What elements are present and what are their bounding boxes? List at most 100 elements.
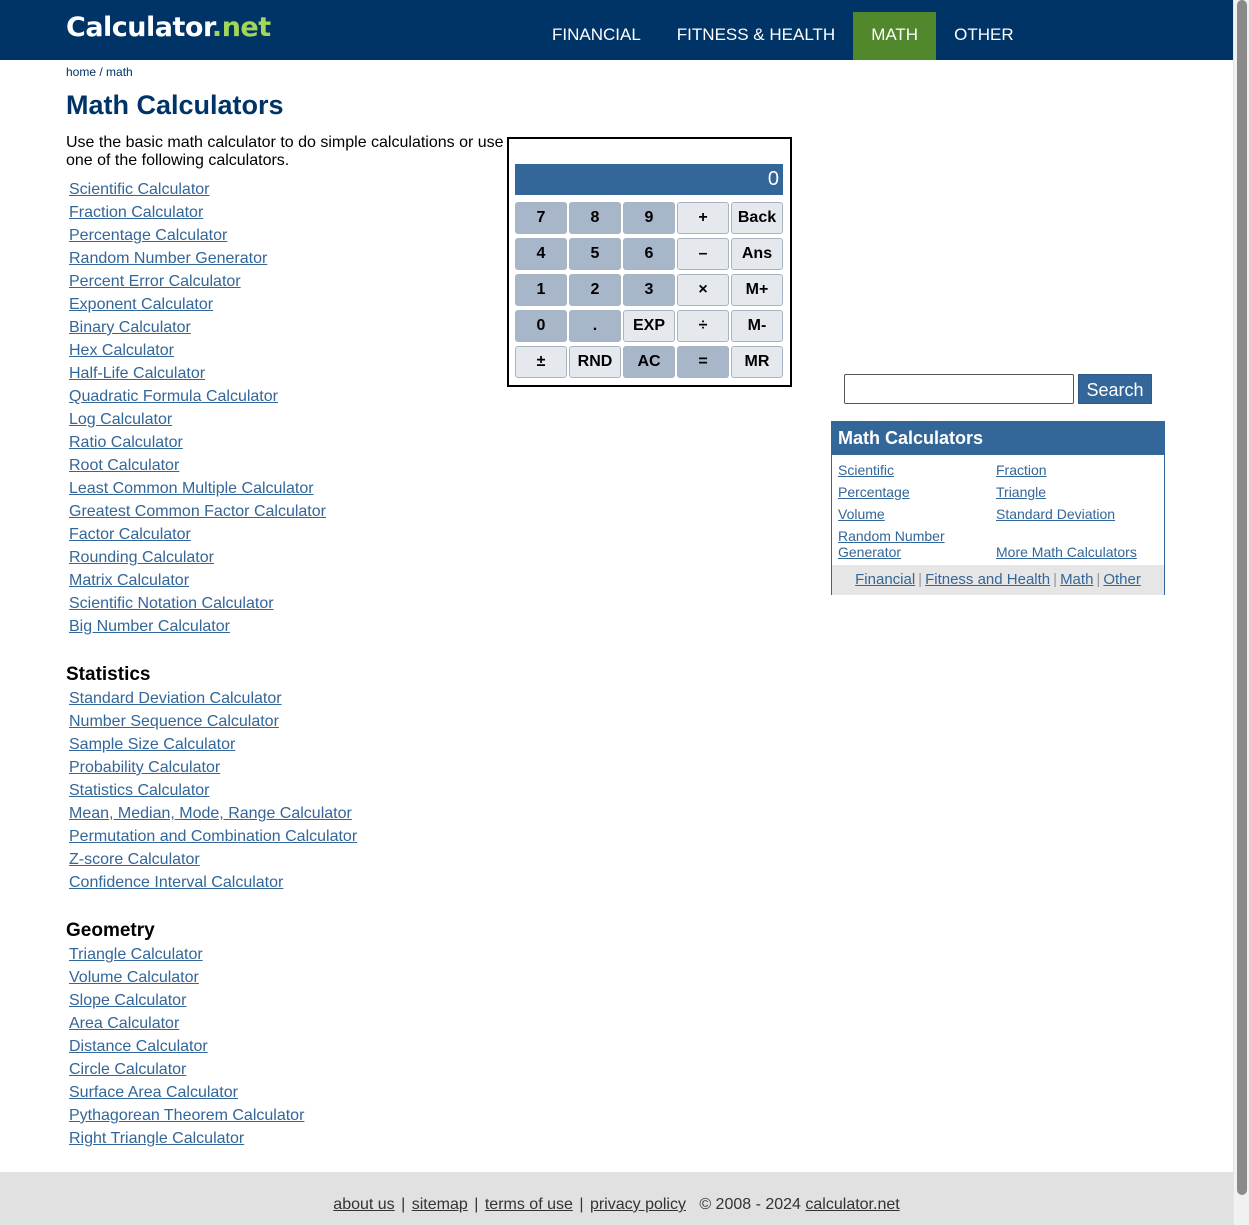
link-ratio-calculator[interactable]: Ratio Calculator	[69, 434, 183, 451]
sidebox-footer-other[interactable]: Other	[1103, 571, 1141, 588]
link-factor-calculator[interactable]: Factor Calculator	[69, 526, 191, 543]
page-scrollbar[interactable]	[1233, 0, 1249, 1225]
nav-math[interactable]: MATH	[853, 12, 937, 60]
list-item: Permutation and Combination Calculator	[69, 825, 357, 848]
list-item: Percentage Calculator	[69, 224, 326, 247]
calc-key-back[interactable]: Back	[731, 202, 783, 234]
sidebox-link-standard-deviation[interactable]: Standard Deviation	[996, 506, 1115, 522]
link-statistics-calculator[interactable]: Statistics Calculator	[69, 782, 210, 799]
site-logo[interactable]: Calculator.net	[66, 12, 271, 43]
sidebox-link-volume[interactable]: Volume	[838, 506, 885, 522]
search-button[interactable]: Search	[1078, 374, 1152, 404]
link-binary-calculator[interactable]: Binary Calculator	[69, 319, 191, 336]
link-percentage-calculator[interactable]: Percentage Calculator	[69, 227, 227, 244]
link-standard-deviation-calculator[interactable]: Standard Deviation Calculator	[69, 690, 282, 707]
link-volume-calculator[interactable]: Volume Calculator	[69, 969, 199, 986]
link-random-number-generator[interactable]: Random Number Generator	[69, 250, 267, 267]
link-probability-calculator[interactable]: Probability Calculator	[69, 759, 220, 776]
link-slope-calculator[interactable]: Slope Calculator	[69, 992, 186, 1009]
sidebox-link-percentage[interactable]: Percentage	[838, 484, 910, 500]
breadcrumb-math[interactable]: math	[106, 65, 133, 79]
link-rounding-calculator[interactable]: Rounding Calculator	[69, 549, 214, 566]
footer-terms-of-use[interactable]: terms of use	[485, 1196, 573, 1213]
list-item: Triangle Calculator	[69, 943, 304, 966]
link-hex-calculator[interactable]: Hex Calculator	[69, 342, 174, 359]
sidebox-footer-math[interactable]: Math	[1060, 571, 1093, 588]
calc-key-0[interactable]: 0	[515, 310, 567, 342]
link-distance-calculator[interactable]: Distance Calculator	[69, 1038, 208, 1055]
calc-key-1[interactable]: 1	[515, 274, 567, 306]
link-root-calculator[interactable]: Root Calculator	[69, 457, 179, 474]
link-log-calculator[interactable]: Log Calculator	[69, 411, 172, 428]
link-percent-error-calculator[interactable]: Percent Error Calculator	[69, 273, 241, 290]
link-z-score-calculator[interactable]: Z-score Calculator	[69, 851, 200, 868]
footer-separator: |	[579, 1196, 584, 1213]
link-scientific-notation-calculator[interactable]: Scientific Notation Calculator	[69, 595, 274, 612]
footer-about-us[interactable]: about us	[333, 1196, 394, 1213]
calc-key-rnd[interactable]: RND	[569, 346, 621, 378]
link-exponent-calculator[interactable]: Exponent Calculator	[69, 296, 213, 313]
footer-privacy-policy[interactable]: privacy policy	[590, 1196, 686, 1213]
link-number-sequence-calculator[interactable]: Number Sequence Calculator	[69, 713, 279, 730]
breadcrumb-home[interactable]: home	[66, 65, 96, 79]
link-quadratic-formula-calculator[interactable]: Quadratic Formula Calculator	[69, 388, 278, 405]
link-greatest-common-factor-calculator[interactable]: Greatest Common Factor Calculator	[69, 503, 326, 520]
link-circle-calculator[interactable]: Circle Calculator	[69, 1061, 186, 1078]
sidebox-link-triangle[interactable]: Triangle	[996, 484, 1046, 500]
calc-key-symbol-18[interactable]: ÷	[677, 310, 729, 342]
calc-key-ans[interactable]: Ans	[731, 238, 783, 270]
sidebox-link-random-number-generator[interactable]: Random Number Generator	[838, 528, 945, 560]
list-item: Percent Error Calculator	[69, 270, 326, 293]
calc-key-6[interactable]: 6	[623, 238, 675, 270]
link-triangle-calculator[interactable]: Triangle Calculator	[69, 946, 203, 963]
calc-key-exp[interactable]: EXP	[623, 310, 675, 342]
footer-sitemap[interactable]: sitemap	[412, 1196, 468, 1213]
list-item: Least Common Multiple Calculator	[69, 477, 326, 500]
calc-key-symbol-8[interactable]: –	[677, 238, 729, 270]
link-surface-area-calculator[interactable]: Surface Area Calculator	[69, 1084, 238, 1101]
link-fraction-calculator[interactable]: Fraction Calculator	[69, 204, 203, 221]
list-item: Confidence Interval Calculator	[69, 871, 357, 894]
link-half-life-calculator[interactable]: Half-Life Calculator	[69, 365, 205, 382]
calc-key-symbol-16[interactable]: .	[569, 310, 621, 342]
calc-key-symbol-20[interactable]: ±	[515, 346, 567, 378]
link-scientific-calculator[interactable]: Scientific Calculator	[69, 181, 210, 198]
sidebox-footer-financial[interactable]: Financial	[855, 571, 915, 588]
calc-key-symbol-3[interactable]: +	[677, 202, 729, 234]
link-confidence-interval-calculator[interactable]: Confidence Interval Calculator	[69, 874, 283, 891]
calc-key-2[interactable]: 2	[569, 274, 621, 306]
link-area-calculator[interactable]: Area Calculator	[69, 1015, 179, 1032]
calc-key-4[interactable]: 4	[515, 238, 567, 270]
sidebox-link-scientific[interactable]: Scientific	[838, 462, 894, 478]
calc-key-8[interactable]: 8	[569, 202, 621, 234]
scrollbar-thumb[interactable]	[1237, 0, 1247, 1195]
calc-key-5[interactable]: 5	[569, 238, 621, 270]
link-big-number-calculator[interactable]: Big Number Calculator	[69, 618, 230, 635]
link-matrix-calculator[interactable]: Matrix Calculator	[69, 572, 189, 589]
calc-key-symbol-13[interactable]: ×	[677, 274, 729, 306]
calc-key-9[interactable]: 9	[623, 202, 675, 234]
link-permutation-and-combination-calculator[interactable]: Permutation and Combination Calculator	[69, 828, 357, 845]
calc-key-m[interactable]: M-	[731, 310, 783, 342]
calc-key-symbol-23[interactable]: =	[677, 346, 729, 378]
nav-financial[interactable]: FINANCIAL	[534, 12, 659, 60]
footer-site-link[interactable]: calculator.net	[805, 1196, 899, 1213]
list-item: Area Calculator	[69, 1012, 304, 1035]
calc-key-3[interactable]: 3	[623, 274, 675, 306]
calc-key-7[interactable]: 7	[515, 202, 567, 234]
nav-fitness-health[interactable]: FITNESS & HEALTH	[659, 12, 853, 60]
calc-key-m[interactable]: M+	[731, 274, 783, 306]
sidebox-link-fraction[interactable]: Fraction	[996, 462, 1047, 478]
calc-key-ac[interactable]: AC	[623, 346, 675, 378]
sidebox-footer-fitness-health[interactable]: Fitness and Health	[925, 571, 1050, 588]
calc-key-mr[interactable]: MR	[731, 346, 783, 378]
list-item: Sample Size Calculator	[69, 733, 357, 756]
link-right-triangle-calculator[interactable]: Right Triangle Calculator	[69, 1130, 244, 1147]
sidebox-link-more-math[interactable]: More Math Calculators	[996, 544, 1137, 560]
nav-other[interactable]: OTHER	[936, 12, 1032, 60]
link-least-common-multiple-calculator[interactable]: Least Common Multiple Calculator	[69, 480, 314, 497]
link-sample-size-calculator[interactable]: Sample Size Calculator	[69, 736, 235, 753]
link-pythagorean-theorem-calculator[interactable]: Pythagorean Theorem Calculator	[69, 1107, 304, 1124]
link-mean-median-mode-range-calculator[interactable]: Mean, Median, Mode, Range Calculator	[69, 805, 352, 822]
search-input[interactable]	[844, 374, 1074, 404]
